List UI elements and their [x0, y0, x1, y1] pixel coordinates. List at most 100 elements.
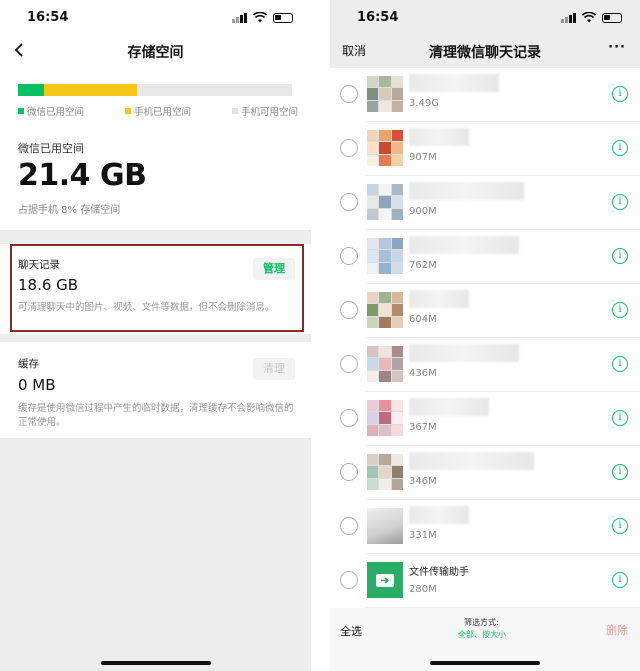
legend-wechat-used: 微信已用空间 [18, 104, 84, 118]
select-radio[interactable] [340, 139, 358, 157]
blurred-chat-name [409, 506, 469, 524]
avatar [367, 454, 403, 490]
info-icon[interactable]: i [612, 302, 628, 318]
blurred-chat-name [409, 344, 519, 362]
chat-size: 907M [409, 152, 437, 163]
info-icon[interactable]: i [612, 518, 628, 534]
select-radio[interactable] [340, 355, 358, 373]
home-indicator [100, 661, 211, 665]
page-title: 清理微信聊天记录 [429, 45, 541, 61]
nav-bar: 存储空间 [0, 34, 311, 68]
list-item[interactable]: 604M i [330, 284, 640, 338]
list-item[interactable]: 762M i [330, 230, 640, 284]
page-title: 存储空间 [127, 45, 184, 61]
select-radio[interactable] [340, 301, 358, 319]
avatar [367, 346, 403, 382]
blurred-chat-name [409, 398, 489, 416]
chat-size: 604M [409, 314, 437, 325]
system-icons [561, 12, 622, 23]
cache-panel: 缓存 0 MB 缓存是使用微信过程中产生的临时数据，清理缓存不会影响微信的正常使… [0, 342, 311, 438]
status-bar: 16:54 [330, 0, 640, 34]
blurred-chat-name [409, 452, 534, 470]
info-icon[interactable]: i [612, 356, 628, 372]
divider-gap [311, 0, 330, 671]
avatar [367, 130, 403, 166]
select-radio[interactable] [340, 409, 358, 427]
storage-usage-bar [18, 84, 292, 96]
clean-chat-screen: 16:54 取消 清理微信聊天记录 ··· 3.49G i 907M i 900M i 76… [330, 0, 640, 671]
info-icon[interactable]: i [612, 464, 628, 480]
select-radio[interactable] [340, 193, 358, 211]
wifi-icon [582, 12, 596, 23]
chat-size: 900M [409, 206, 437, 217]
signal-icon [232, 12, 247, 23]
chat-size: 331M [409, 530, 437, 541]
legend-phone-used: 手机已用空间 [124, 104, 191, 118]
select-radio[interactable] [340, 571, 358, 589]
select-all-button[interactable]: 全选 [340, 623, 362, 639]
blurred-chat-name [409, 236, 519, 254]
phone-used-segment [44, 84, 137, 96]
list-item[interactable]: 文件传输助手 280M i [330, 554, 640, 608]
wechat-used-label: 微信已用空间 [18, 142, 84, 155]
cache-desc: 缓存是使用微信过程中产生的临时数据，清理缓存不会影响微信的正常使用。 [18, 403, 294, 428]
select-radio[interactable] [340, 463, 358, 481]
blurred-chat-name [409, 182, 524, 200]
avatar [367, 238, 403, 274]
status-bar: 16:54 [0, 0, 311, 34]
file-transfer-icon [367, 562, 403, 598]
filter-value[interactable]: 全部、按大小 [458, 629, 506, 640]
list-item[interactable]: 367M i [330, 392, 640, 446]
list-item[interactable]: 900M i [330, 176, 640, 230]
more-options-icon[interactable]: ··· [608, 40, 626, 55]
chat-name: 文件传输助手 [409, 567, 469, 578]
legend-phone-free: 手机可用空间 [231, 104, 298, 118]
info-icon[interactable]: i [612, 248, 628, 264]
info-icon[interactable]: i [612, 410, 628, 426]
list-item[interactable]: 331M i [330, 500, 640, 554]
blurred-chat-name [409, 74, 499, 92]
clear-cache-button[interactable]: 清理 [253, 358, 295, 380]
info-icon[interactable]: i [612, 86, 628, 102]
home-indicator [430, 661, 540, 665]
info-icon[interactable]: i [612, 194, 628, 210]
list-item[interactable]: 436M i [330, 338, 640, 392]
signal-icon [561, 12, 576, 23]
chat-size: 3.49G [409, 98, 440, 109]
avatar [367, 508, 403, 544]
storage-screen: 16:54 存储空间 微信已用空间 手机已用空间 手机可用空间 微信已用空间 2… [0, 0, 311, 671]
system-icons [232, 12, 293, 23]
avatar [367, 184, 403, 220]
chat-list: 3.49G i 907M i 900M i 762M i 604M i 436M i 367M i 346M… [330, 68, 640, 608]
status-time: 16:54 [357, 10, 399, 25]
wechat-used-value: 21.4 GB [18, 158, 147, 193]
nav-bar: 取消 清理微信聊天记录 ··· [330, 34, 640, 68]
select-radio[interactable] [340, 85, 358, 103]
list-item[interactable]: 346M i [330, 446, 640, 500]
chat-size: 346M [409, 476, 437, 487]
chat-size: 367M [409, 422, 437, 433]
select-radio[interactable] [340, 517, 358, 535]
avatar [367, 76, 403, 112]
wechat-used-segment [18, 84, 44, 96]
chat-size: 436M [409, 368, 437, 379]
blurred-chat-name [409, 128, 469, 146]
delete-button[interactable]: 删除 [606, 622, 628, 638]
blurred-chat-name [409, 290, 469, 308]
cache-title: 缓存 [18, 358, 39, 370]
info-icon[interactable]: i [612, 572, 628, 588]
chat-size: 762M [409, 260, 437, 271]
avatar [367, 292, 403, 328]
list-item[interactable]: 3.49G i [330, 68, 640, 122]
bottom-toolbar: 全选 筛选方式: 全部、按大小 删除 [330, 608, 640, 671]
battery-icon [602, 12, 622, 23]
cache-size: 0 MB [18, 376, 56, 394]
status-time: 16:54 [27, 10, 69, 25]
highlight-box [10, 244, 304, 332]
battery-icon [273, 12, 293, 23]
avatar [367, 400, 403, 436]
chat-size: 280M [409, 584, 437, 595]
info-icon[interactable]: i [612, 140, 628, 156]
list-item[interactable]: 907M i [330, 122, 640, 176]
select-radio[interactable] [340, 247, 358, 265]
